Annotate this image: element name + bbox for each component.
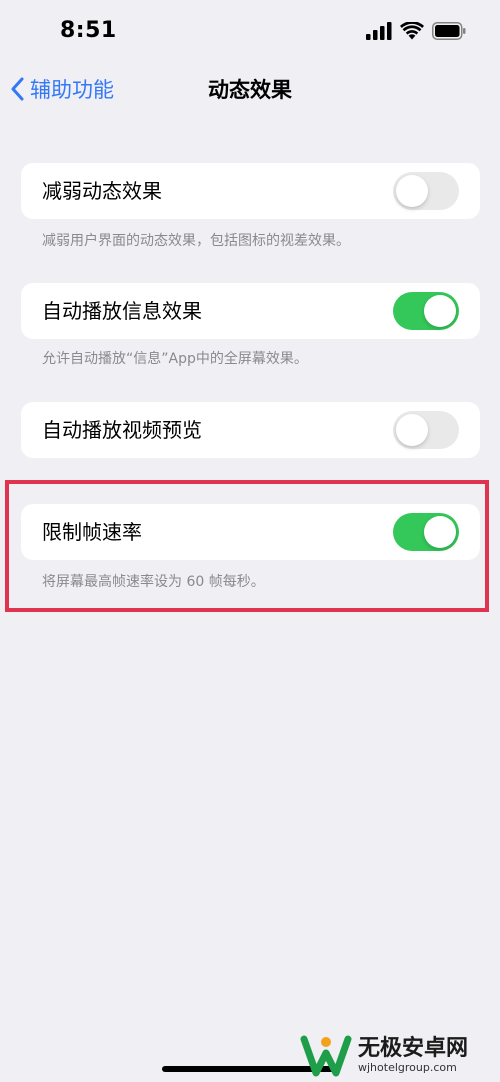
setting-label: 自动播放视频预览 (42, 418, 202, 442)
setting-row-reduce-motion: 减弱动态效果 (21, 163, 480, 219)
setting-footer: 减弱用户界面的动态效果，包括图标的视差效果。 (42, 233, 350, 249)
setting-footer: 允许自动播放“信息”App中的全屏幕效果。 (42, 351, 308, 367)
status-bar: 8:51 (0, 0, 500, 66)
setting-label: 自动播放信息效果 (42, 299, 202, 323)
setting-label: 减弱动态效果 (42, 179, 162, 203)
page-title: 动态效果 (208, 78, 292, 102)
toggle-knob (396, 414, 428, 446)
watermark-url: wjhotelgroup.com (358, 1061, 457, 1074)
toggle-knob (396, 175, 428, 207)
status-icons (366, 22, 466, 40)
watermark: 无极安卓网 wjhotelgroup.com (300, 1030, 496, 1082)
cellular-signal-icon (366, 22, 392, 40)
toggle-knob (424, 295, 456, 327)
status-time: 8:51 (60, 18, 117, 43)
setting-row-auto-play-video-previews: 自动播放视频预览 (21, 402, 480, 458)
nav-bar: 辅助功能 动态效果 (0, 66, 500, 112)
watermark-logo-icon (300, 1035, 352, 1077)
toggle-switch[interactable] (393, 411, 459, 449)
wifi-icon (400, 22, 424, 40)
toggle-switch[interactable] (393, 172, 459, 210)
toggle-switch[interactable] (393, 292, 459, 330)
watermark-title: 无极安卓网 (358, 1036, 469, 1061)
battery-icon (432, 22, 466, 40)
setting-row-auto-play-message-effects: 自动播放信息效果 (21, 283, 480, 339)
highlight-annotation (5, 480, 489, 612)
